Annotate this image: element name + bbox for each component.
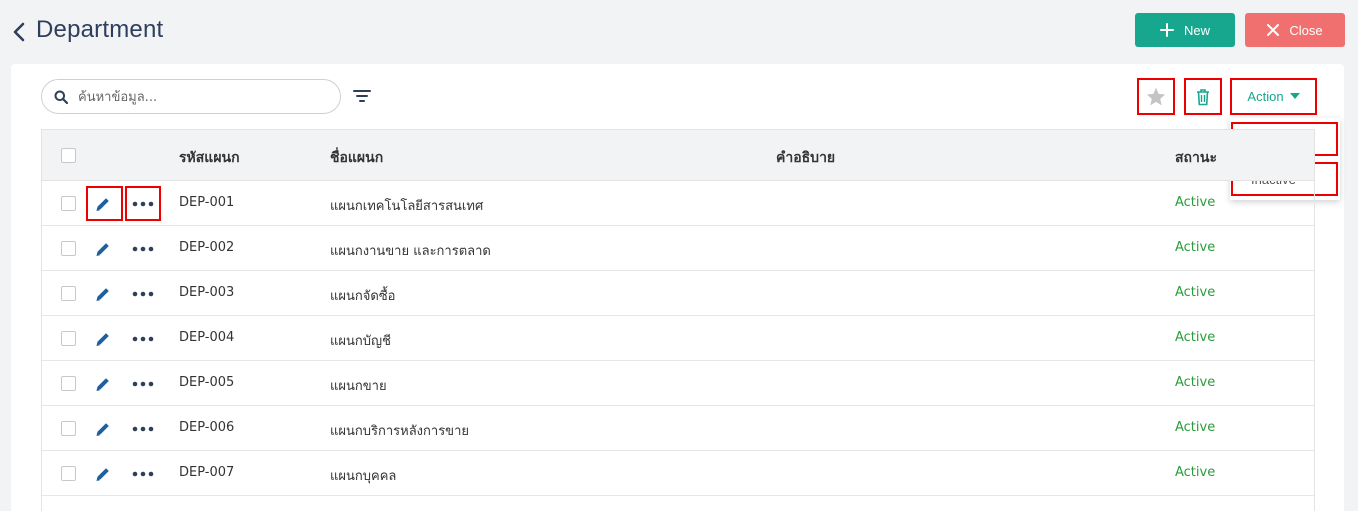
- highlight-edit: [86, 186, 123, 221]
- more-dots-icon[interactable]: [132, 471, 154, 477]
- more-dots-icon[interactable]: [132, 426, 154, 432]
- more-dots-icon[interactable]: [132, 336, 154, 342]
- cell-code: DEP-004: [179, 330, 235, 345]
- close-button[interactable]: Close: [1245, 13, 1345, 47]
- table-row[interactable]: DEP-001 แผนกเทคโนโลยีสารสนเทศ Active: [42, 181, 1314, 226]
- cell-status: Active: [1175, 330, 1216, 345]
- cell-name: แผนกบัญชี: [330, 334, 391, 349]
- cell-status: Active: [1175, 465, 1216, 480]
- cell-code: DEP-006: [179, 420, 235, 435]
- table-header: รหัสแผนก ชื่อแผนก คำอธิบาย สถานะ: [42, 130, 1314, 181]
- more-dots-icon[interactable]: [132, 381, 154, 387]
- select-all-checkbox[interactable]: [61, 148, 76, 163]
- pencil-icon[interactable]: [94, 465, 112, 483]
- department-table: รหัสแผนก ชื่อแผนก คำอธิบาย สถานะ DEP-001…: [41, 129, 1315, 511]
- pencil-icon[interactable]: [94, 240, 112, 258]
- highlight-more: [125, 186, 161, 221]
- row-checkbox[interactable]: [61, 196, 76, 211]
- search-input[interactable]: [78, 87, 328, 107]
- favorite-button[interactable]: [1137, 78, 1175, 115]
- search-icon: [54, 90, 68, 104]
- new-button[interactable]: New: [1135, 13, 1235, 47]
- cell-code: DEP-005: [179, 375, 235, 390]
- column-header-description[interactable]: คำอธิบาย: [776, 147, 835, 169]
- cell-code: DEP-003: [179, 285, 235, 300]
- cell-name: แผนกเทคโนโลยีสารสนเทศ: [330, 199, 484, 214]
- cell-code: DEP-007: [179, 465, 235, 480]
- table-row[interactable]: DEP-006 แผนกบริการหลังการขาย Active: [42, 406, 1314, 451]
- table-row[interactable]: DEP-002 แผนกงานขาย และการตลาด Active: [42, 226, 1314, 271]
- row-checkbox[interactable]: [61, 421, 76, 436]
- cell-status: Active: [1175, 285, 1216, 300]
- chevron-left-icon[interactable]: [10, 20, 28, 44]
- column-header-name[interactable]: ชื่อแผนก: [330, 147, 383, 169]
- table-row[interactable]: DEP-003 แผนกจัดซื้อ Active: [42, 271, 1314, 316]
- row-checkbox[interactable]: [61, 331, 76, 346]
- row-checkbox[interactable]: [61, 376, 76, 391]
- x-icon: [1267, 24, 1280, 36]
- cell-name: แผนกบริการหลังการขาย: [330, 424, 469, 439]
- pencil-icon[interactable]: [94, 285, 112, 303]
- more-dots-icon[interactable]: [132, 246, 154, 252]
- pencil-icon[interactable]: [94, 375, 112, 393]
- cell-status: Active: [1175, 420, 1216, 435]
- page-header: Department New Close: [0, 0, 1358, 62]
- trash-icon: [1197, 88, 1209, 105]
- table-row[interactable]: DEP-004 แผนกบัญชี Active: [42, 316, 1314, 361]
- cell-name: แผนกงานขาย และการตลาด: [330, 244, 491, 259]
- filter-icon[interactable]: [352, 88, 372, 104]
- search-box[interactable]: [41, 79, 341, 114]
- pencil-icon[interactable]: [94, 330, 112, 348]
- close-button-label: Close: [1289, 22, 1323, 38]
- caret-down-icon: [1289, 93, 1300, 99]
- star-icon: [1146, 87, 1166, 105]
- action-label: Action: [1247, 89, 1284, 104]
- cell-name: แผนกจัดซื้อ: [330, 289, 396, 304]
- cell-code: DEP-001: [179, 195, 235, 210]
- page-title: Department: [36, 16, 164, 43]
- pencil-icon[interactable]: [94, 420, 112, 438]
- new-button-label: New: [1183, 22, 1210, 38]
- action-dropdown-button[interactable]: Action: [1230, 78, 1317, 115]
- delete-button[interactable]: [1184, 78, 1222, 115]
- row-checkbox[interactable]: [61, 241, 76, 256]
- column-header-code[interactable]: รหัสแผนก: [179, 147, 240, 169]
- column-header-status[interactable]: สถานะ: [1175, 147, 1217, 169]
- cell-status: Active: [1175, 195, 1216, 210]
- more-dots-icon[interactable]: [132, 291, 154, 297]
- table-row[interactable]: DEP-005 แผนกขาย Active: [42, 361, 1314, 406]
- cell-status: Active: [1175, 240, 1216, 255]
- plus-icon: [1159, 23, 1174, 37]
- cell-code: DEP-002: [179, 240, 235, 255]
- cell-status: Active: [1175, 375, 1216, 390]
- row-checkbox[interactable]: [61, 286, 76, 301]
- row-checkbox[interactable]: [61, 466, 76, 481]
- cell-name: แผนกบุคคล: [330, 469, 397, 484]
- table-row[interactable]: DEP-007 แผนกบุคคล Active: [42, 451, 1314, 496]
- cell-name: แผนกขาย: [330, 379, 387, 394]
